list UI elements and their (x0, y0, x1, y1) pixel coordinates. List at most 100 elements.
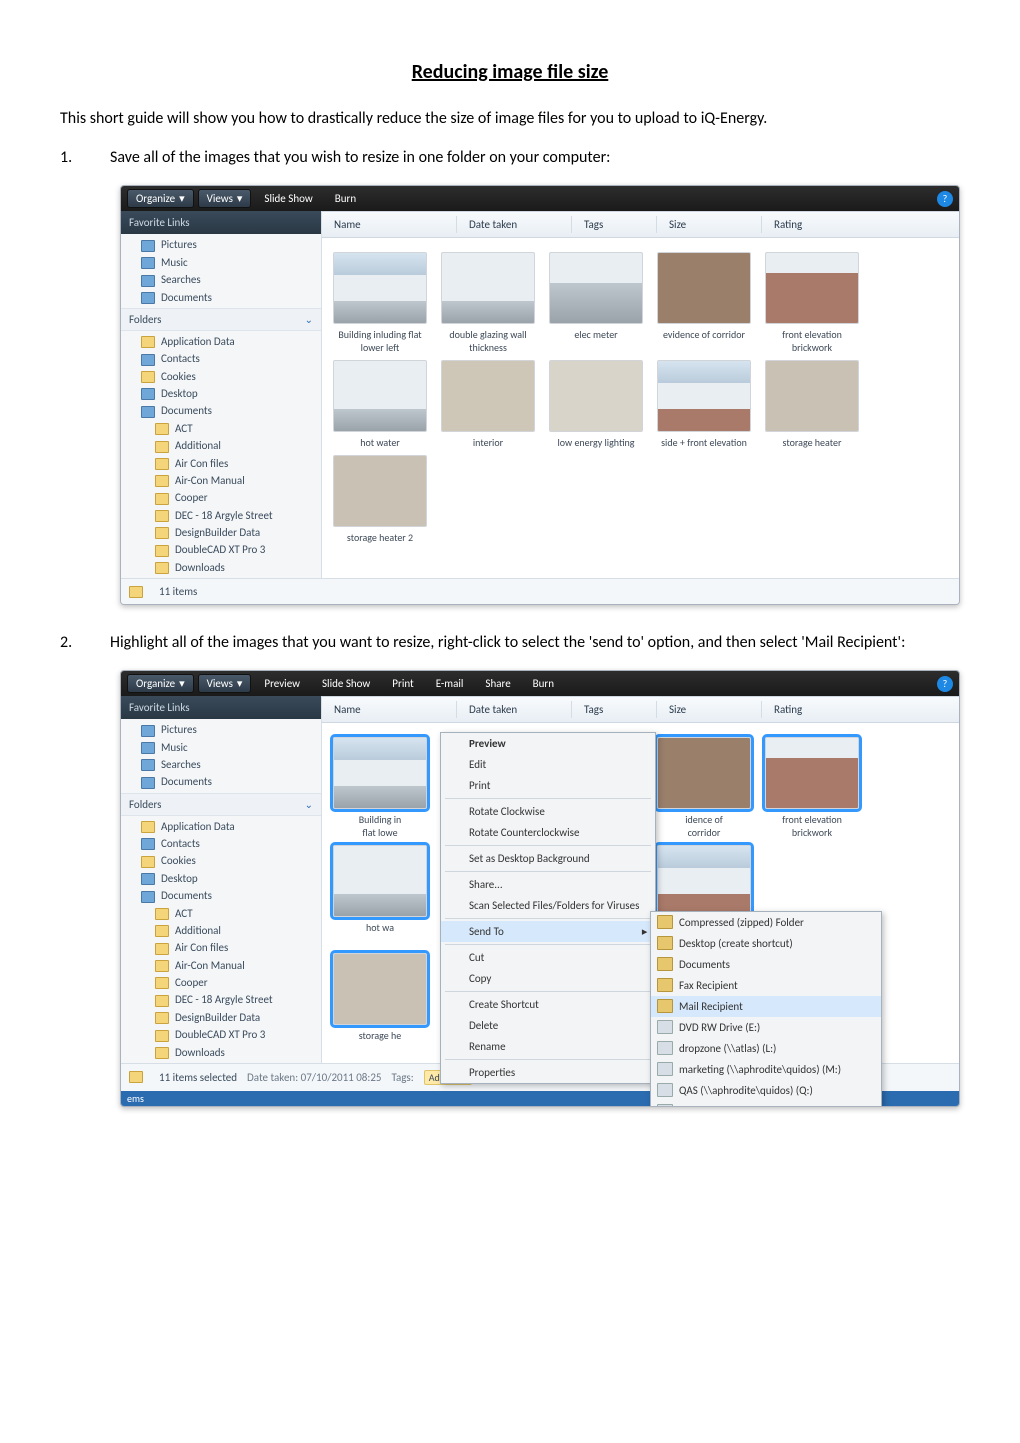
ctx-properties[interactable]: Properties (441, 1062, 655, 1083)
email-button[interactable]: E-mail (427, 674, 473, 693)
tree-air-con-files[interactable]: Air Con files (121, 455, 321, 472)
tree-contacts[interactable]: Contacts (121, 835, 321, 852)
file-double-glazing[interactable]: double glazing wall thickness (438, 252, 538, 354)
sendto-mail-recipient[interactable]: Mail Recipient (651, 996, 881, 1017)
file-corridor[interactable]: evidence of corridor (654, 252, 754, 354)
folders-header[interactable]: Folders (129, 798, 161, 811)
dropdown-icon: ▾ (179, 677, 185, 690)
tree-designbuilder[interactable]: DesignBuilder Data (121, 1009, 321, 1026)
share-button[interactable]: Share (476, 674, 519, 693)
sendto-documents[interactable]: Documents (651, 954, 881, 975)
ctx-share[interactable]: Share... (441, 874, 655, 895)
tree-documents[interactable]: Documents (121, 402, 321, 419)
file-interior[interactable]: interior (438, 360, 538, 449)
file-low-energy-lighting[interactable]: low energy lighting (546, 360, 646, 449)
help-icon[interactable]: ? (937, 191, 953, 207)
sendto-qas[interactable]: QAS (\\aphrodite\quidos) (Q:) (651, 1080, 881, 1101)
sendto-compressed[interactable]: Compressed (zipped) Folder (651, 912, 881, 933)
ctx-create-shortcut[interactable]: Create Shortcut (441, 994, 655, 1015)
file-building[interactable]: Building inflat lowe (330, 737, 430, 839)
ctx-print[interactable]: Print (441, 775, 655, 796)
context-menu[interactable]: Preview Edit Print Rotate Clockwise Rota… (440, 732, 656, 1084)
sendto-desktop[interactable]: Desktop (create shortcut) (651, 933, 881, 954)
views-button[interactable]: Views ▾ (198, 674, 252, 693)
column-headers[interactable]: Name Date taken Tags Size Rating (322, 211, 959, 238)
tree-cookies[interactable]: Cookies (121, 368, 321, 385)
tree-additional[interactable]: Additional (121, 922, 321, 939)
sendto-submenu[interactable]: Compressed (zipped) Folder Desktop (crea… (650, 911, 882, 1107)
sendto-fax[interactable]: Fax Recipient (651, 975, 881, 996)
ctx-cut[interactable]: Cut (441, 947, 655, 968)
ctx-rotate-cw[interactable]: Rotate Clockwise (441, 801, 655, 822)
nav-pictures[interactable]: Pictures (121, 721, 321, 738)
tree-air-con-manual[interactable]: Air-Con Manual (121, 957, 321, 974)
organize-button[interactable]: Organize ▾ (127, 189, 194, 208)
tree-desktop[interactable]: Desktop (121, 385, 321, 402)
tree-act[interactable]: ACT (121, 905, 321, 922)
file-elec-meter[interactable]: elec meter (546, 252, 646, 354)
sendto-dropzone[interactable]: dropzone (\\atlas) (L:) (651, 1038, 881, 1059)
tree-designbuilder[interactable]: DesignBuilder Data (121, 524, 321, 541)
tree-desktop[interactable]: Desktop (121, 870, 321, 887)
print-button[interactable]: Print (383, 674, 422, 693)
tree-air-con-files[interactable]: Air Con files (121, 939, 321, 956)
sendto-dvd[interactable]: DVD RW Drive (E:) (651, 1017, 881, 1038)
tree-dec[interactable]: DEC - 18 Argyle Street (121, 991, 321, 1008)
tree-contacts[interactable]: Contacts (121, 350, 321, 367)
tree-application-data[interactable]: Application Data (121, 333, 321, 350)
ctx-set-background[interactable]: Set as Desktop Background (441, 848, 655, 869)
tree-doublecad[interactable]: DoubleCAD XT Pro 3 (121, 541, 321, 558)
tree-application-data[interactable]: Application Data (121, 818, 321, 835)
ctx-copy[interactable]: Copy (441, 968, 655, 989)
tree-act[interactable]: ACT (121, 420, 321, 437)
tree-cooper[interactable]: Cooper (121, 974, 321, 991)
nav-searches[interactable]: Searches (121, 756, 321, 773)
ctx-edit[interactable]: Edit (441, 754, 655, 775)
preview-button[interactable]: Preview (255, 674, 309, 693)
file-building[interactable]: Building inluding flat lower left (330, 252, 430, 354)
chevron-down-icon[interactable]: ⌄ (305, 313, 313, 326)
file-storage-heater[interactable]: storage heater (762, 360, 862, 449)
ctx-delete[interactable]: Delete (441, 1015, 655, 1036)
ctx-preview[interactable]: Preview (441, 733, 655, 754)
tree-doublecad[interactable]: DoubleCAD XT Pro 3 (121, 1026, 321, 1043)
slideshow-button[interactable]: Slide Show (255, 189, 321, 208)
nav-music[interactable]: Music (121, 254, 321, 271)
tree-dec[interactable]: DEC - 18 Argyle Street (121, 507, 321, 524)
nav-searches[interactable]: Searches (121, 271, 321, 288)
nav-documents[interactable]: Documents (121, 773, 321, 790)
ctx-rename[interactable]: Rename (441, 1036, 655, 1057)
nav-music[interactable]: Music (121, 739, 321, 756)
tree-additional[interactable]: Additional (121, 437, 321, 454)
file-side-front-elevation[interactable]: side + front elevation (654, 360, 754, 449)
file-hot-water[interactable]: hot water (330, 360, 430, 449)
organize-button[interactable]: Organize ▾ (127, 674, 194, 693)
tree-cookies[interactable]: Cookies (121, 852, 321, 869)
nav-documents[interactable]: Documents (121, 289, 321, 306)
ctx-scan-viruses[interactable]: Scan Selected Files/Folders for Viruses (441, 895, 655, 916)
file-front-elevation[interactable]: front elevation brickwork (762, 252, 862, 354)
burn-button[interactable]: Burn (326, 189, 365, 208)
ctx-send-to[interactable]: Send To▸ (441, 921, 655, 942)
views-button[interactable]: Views ▾ (198, 189, 252, 208)
file-front-elevation[interactable]: front elevation brickwork (762, 737, 862, 839)
file-corridor[interactable]: idence ofcorridor (654, 737, 754, 839)
sendto-marketing[interactable]: marketing (\\aphrodite\quidos) (M:) (651, 1059, 881, 1080)
tree-downloads[interactable]: Downloads (121, 559, 321, 576)
file-hot-water[interactable]: hot wa (330, 845, 430, 947)
column-headers[interactable]: Name Date taken Tags Size Rating (322, 696, 959, 723)
sendto-training[interactable]: training (\\aphrodite\quidos) (T:) (651, 1101, 881, 1107)
tree-air-con-manual[interactable]: Air-Con Manual (121, 472, 321, 489)
burn-button[interactable]: Burn (524, 674, 563, 693)
slideshow-button[interactable]: Slide Show (313, 674, 379, 693)
nav-pictures[interactable]: Pictures (121, 236, 321, 253)
help-icon[interactable]: ? (937, 676, 953, 692)
chevron-down-icon[interactable]: ⌄ (305, 798, 313, 811)
tree-documents[interactable]: Documents (121, 887, 321, 904)
tree-downloads[interactable]: Downloads (121, 1044, 321, 1061)
folders-header[interactable]: Folders (129, 313, 161, 326)
ctx-rotate-ccw[interactable]: Rotate Counterclockwise (441, 822, 655, 843)
tree-cooper[interactable]: Cooper (121, 489, 321, 506)
file-storage-heater-2[interactable]: storage heater 2 (330, 455, 430, 544)
file-storage-heater-2[interactable]: storage he (330, 953, 430, 1042)
